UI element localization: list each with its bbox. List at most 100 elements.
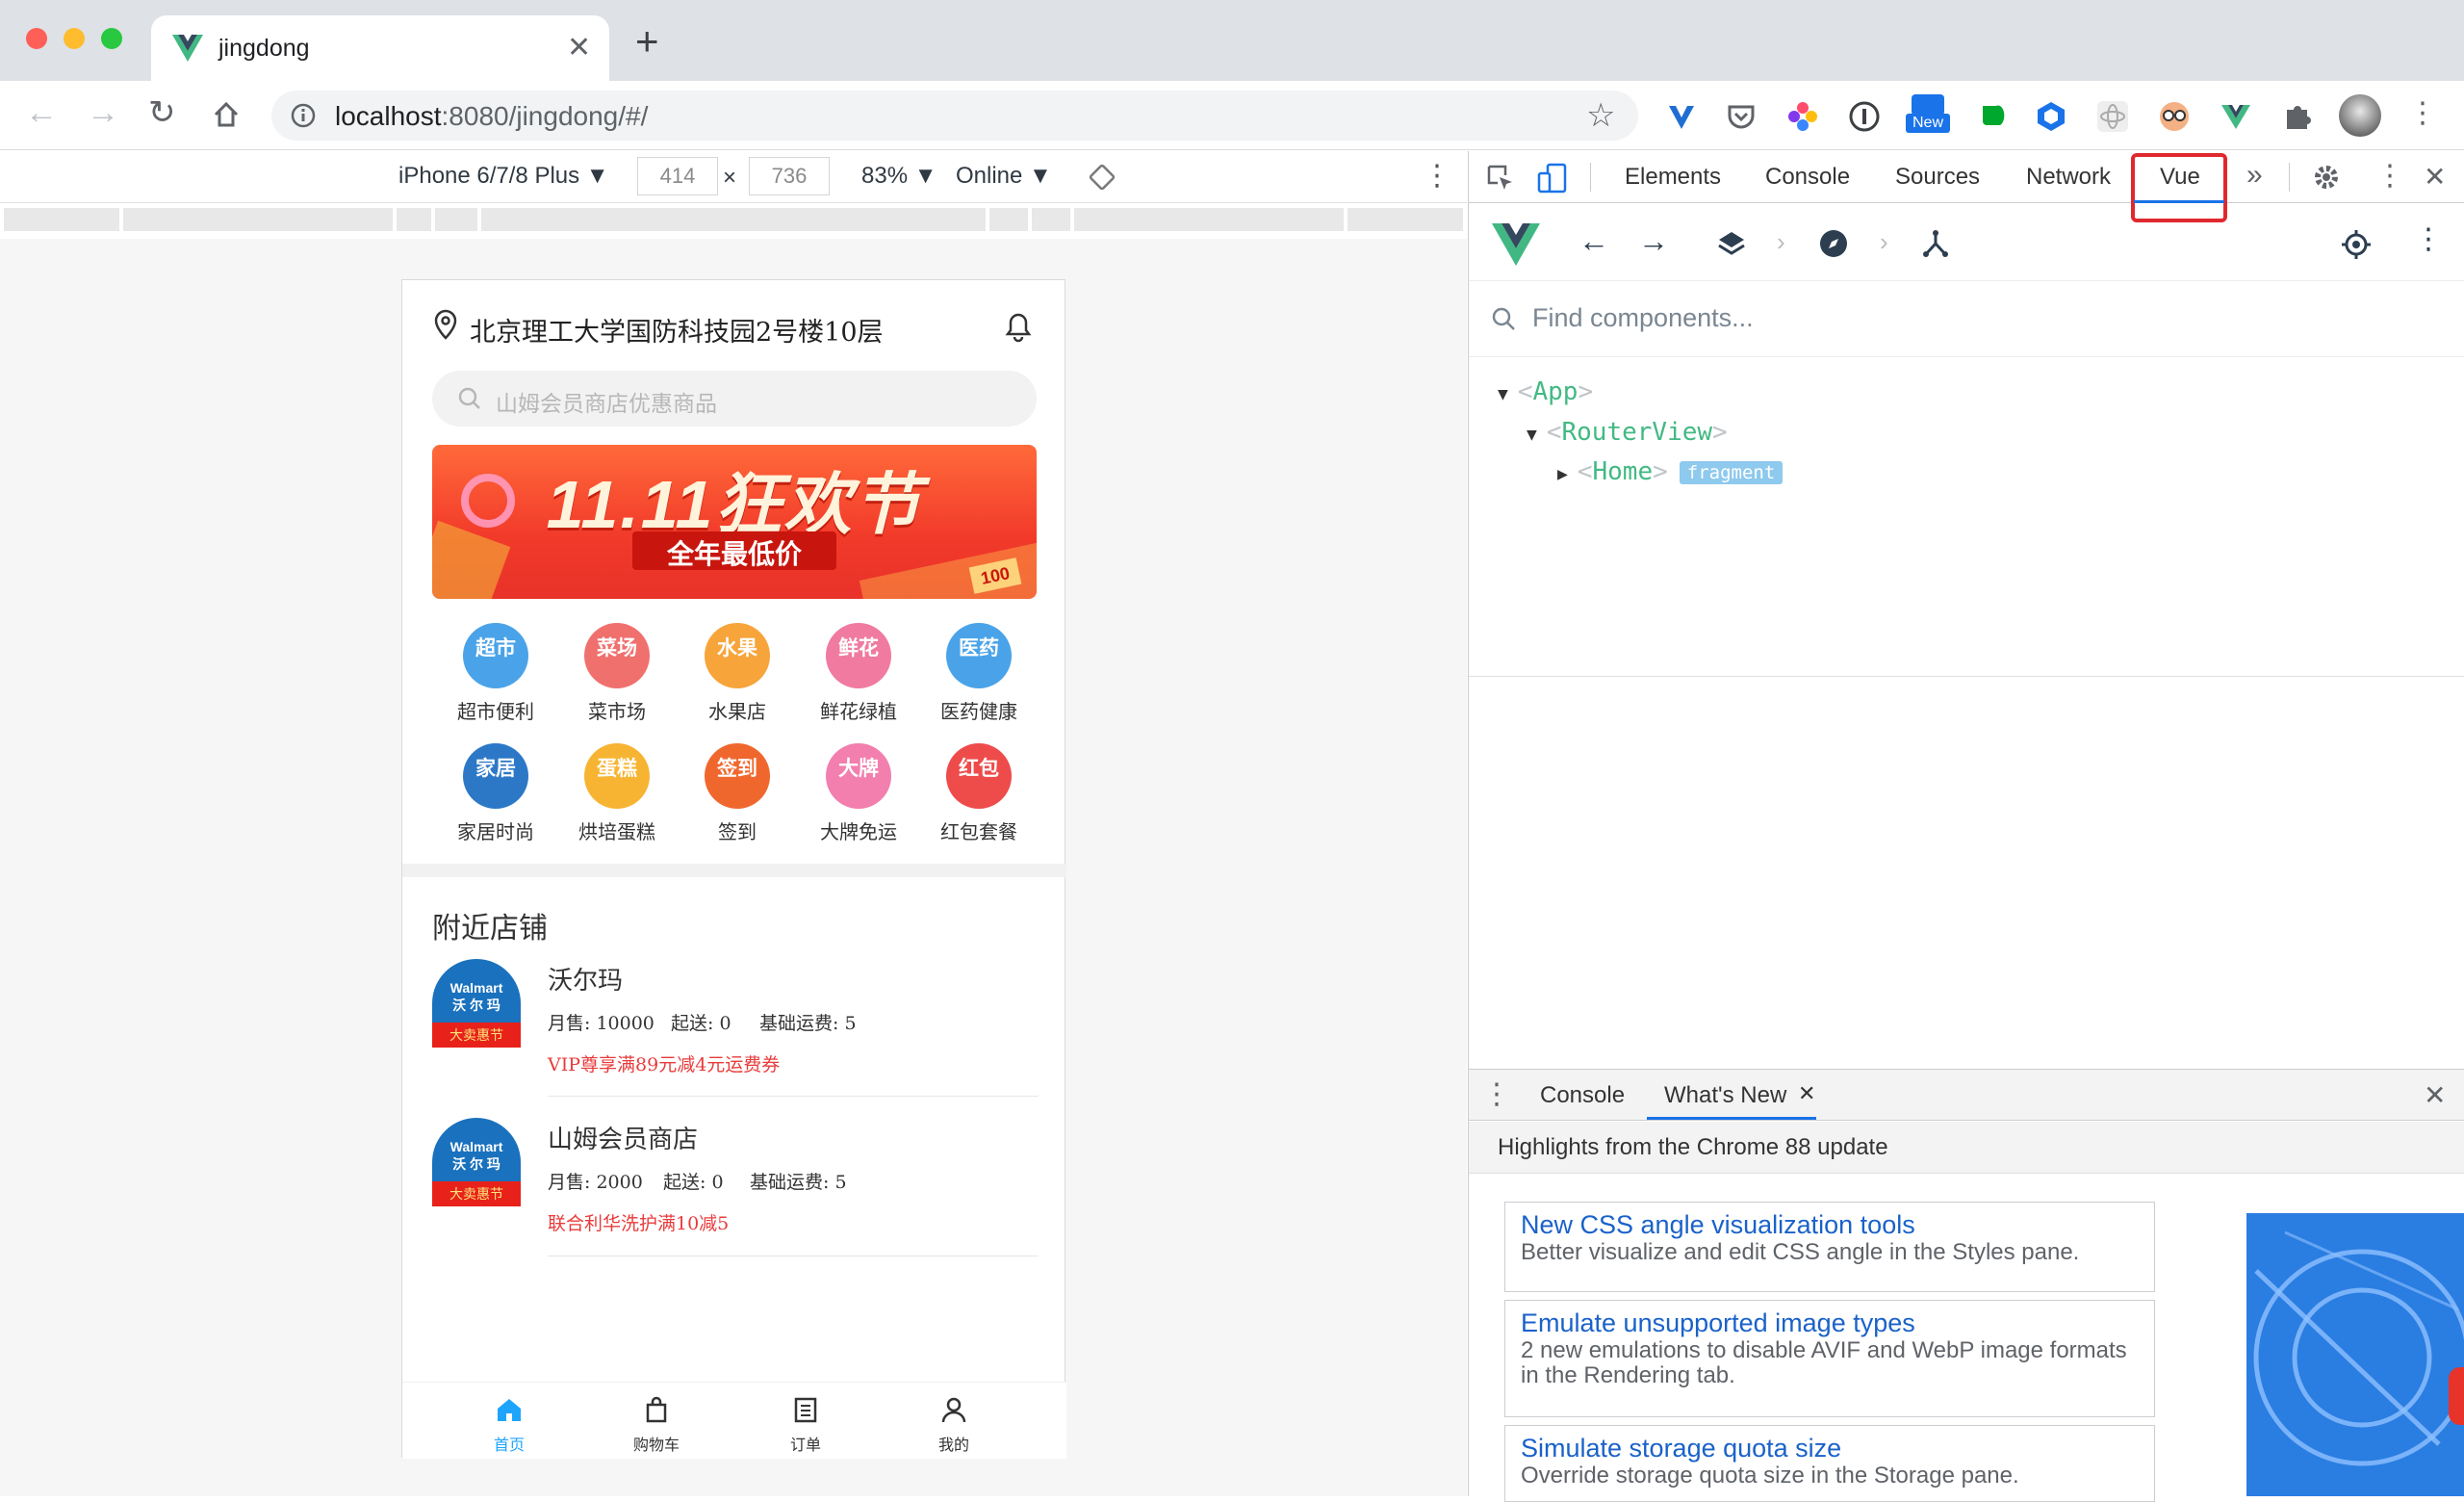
nav-forward-icon[interactable]: → bbox=[1638, 225, 1669, 256]
pane-splitter[interactable] bbox=[1469, 676, 2464, 677]
forward-icon[interactable]: → bbox=[87, 96, 119, 129]
dock-profile[interactable]: 我的 bbox=[901, 1394, 1007, 1455]
category-vegetable-market[interactable]: 菜场 菜市场 bbox=[559, 623, 675, 724]
pinwheel-extension-icon[interactable] bbox=[1786, 100, 1819, 133]
cube-extension-icon[interactable] bbox=[2035, 100, 2067, 133]
devtools-menu-icon[interactable]: ⋮ bbox=[2375, 159, 2404, 193]
more-tabs-icon[interactable]: » bbox=[2246, 159, 2263, 192]
height-input[interactable]: 736 bbox=[749, 157, 830, 195]
breadcrumb-chevron-icon: › bbox=[1880, 227, 1888, 256]
whats-new-header: Highlights from the Chrome 88 update bbox=[1469, 1122, 2464, 1174]
back-icon[interactable]: ← bbox=[25, 96, 58, 129]
profile-avatar[interactable] bbox=[2339, 94, 2381, 137]
media-query-bar[interactable] bbox=[0, 204, 1467, 239]
tab-sources[interactable]: Sources bbox=[1895, 164, 1980, 191]
new-extension-icon[interactable]: New bbox=[1906, 94, 1950, 135]
dock-home[interactable]: 首页 bbox=[456, 1394, 562, 1455]
search-bar[interactable]: 山姆会员商店优惠商品 bbox=[432, 371, 1037, 427]
whats-new-card[interactable]: Simulate storage quota size Override sto… bbox=[1504, 1425, 2155, 1502]
close-window-button[interactable] bbox=[26, 28, 47, 49]
pocket-icon[interactable] bbox=[1725, 100, 1758, 133]
dock-cart[interactable]: 购物车 bbox=[603, 1394, 709, 1455]
whats-new-card[interactable]: New CSS angle visualization tools Better… bbox=[1504, 1202, 2155, 1292]
zoom-select[interactable]: 83% ▼ bbox=[861, 163, 937, 190]
drawer-tab-whats-new[interactable]: What's New bbox=[1664, 1082, 1786, 1109]
expanded-arrow-icon[interactable]: ▼ bbox=[1498, 384, 1508, 404]
whats-new-card[interactable]: Emulate unsupported image types 2 new em… bbox=[1504, 1300, 2155, 1417]
device-toolbar-more-icon[interactable]: ⋮ bbox=[1423, 159, 1451, 193]
tree-node-routerview[interactable]: ▼ <RouterView> bbox=[1527, 418, 1728, 447]
card-description: Override storage quota size in the Stora… bbox=[1521, 1463, 2019, 1489]
promo-banner[interactable]: 11.11狂欢节 全年最低价 100 bbox=[432, 445, 1037, 599]
maximize-window-button[interactable] bbox=[101, 28, 122, 49]
minimize-window-button[interactable] bbox=[64, 28, 85, 49]
glasses-extension-icon[interactable] bbox=[2158, 100, 2191, 133]
shop-item[interactable]: Walmart 沃 尔 玛 大卖惠节 沃尔玛 月售: 10000 起送: 0 基础… bbox=[432, 959, 1039, 1099]
browser-tab[interactable]: jingdong ✕ bbox=[151, 15, 609, 81]
close-devtools-icon[interactable]: ✕ bbox=[2424, 161, 2446, 193]
select-component-target-icon[interactable] bbox=[2341, 229, 2372, 260]
find-components-input[interactable]: Find components... bbox=[1532, 303, 1754, 333]
home-icon[interactable] bbox=[212, 100, 241, 129]
evernote-icon[interactable] bbox=[1975, 100, 2008, 133]
browser-menu-icon[interactable]: ⋮ bbox=[2408, 96, 2437, 130]
device-select[interactable]: iPhone 6/7/8 Plus ▼ bbox=[398, 163, 609, 190]
shop-item[interactable]: Walmart 沃 尔 玛 大卖惠节 山姆会员商店 月售: 2000 起送: 0 … bbox=[432, 1118, 1039, 1257]
notification-bell-icon[interactable] bbox=[1002, 309, 1035, 344]
extensions-puzzle-icon[interactable] bbox=[2281, 100, 2314, 133]
dock-orders[interactable]: 订单 bbox=[753, 1394, 859, 1455]
search-icon bbox=[458, 387, 480, 409]
react-devtools-icon[interactable] bbox=[2096, 100, 2129, 133]
card-title[interactable]: New CSS angle visualization tools bbox=[1521, 1210, 2139, 1240]
bookmark-star-icon[interactable]: ☆ bbox=[1586, 96, 1615, 135]
category-supermarket[interactable]: 超市 超市便利 bbox=[438, 623, 553, 724]
component-tree-icon[interactable] bbox=[1921, 229, 1950, 258]
category-medicine[interactable]: 医药 医药健康 bbox=[921, 623, 1037, 724]
card-title[interactable]: Simulate storage quota size bbox=[1521, 1434, 2139, 1463]
red-packet-icon: 红包 bbox=[946, 743, 1012, 809]
tab-network[interactable]: Network bbox=[2026, 164, 2111, 191]
drawer-tab-console[interactable]: Console bbox=[1540, 1082, 1625, 1109]
y-extension-icon[interactable] bbox=[1665, 100, 1698, 133]
address-bar[interactable]: localhost:8080/jingdong/#/ ☆ bbox=[271, 91, 1638, 141]
network-select[interactable]: Online ▼ bbox=[956, 163, 1052, 190]
vue-menu-icon[interactable]: ⋮ bbox=[2414, 225, 2443, 254]
layers-icon[interactable] bbox=[1717, 229, 1746, 258]
breadcrumb-chevron-icon: › bbox=[1777, 227, 1785, 256]
category-bakery[interactable]: 蛋糕 烘培蛋糕 bbox=[559, 743, 675, 844]
password-extension-icon[interactable] bbox=[1848, 100, 1881, 133]
tree-node-app[interactable]: ▼ <App> bbox=[1498, 377, 1593, 406]
width-input[interactable]: 414 bbox=[637, 157, 718, 195]
collapsed-arrow-icon[interactable]: ▶ bbox=[1557, 464, 1568, 484]
tab-console[interactable]: Console bbox=[1765, 164, 1850, 191]
vue-devtools-extension-icon[interactable] bbox=[2220, 100, 2252, 133]
device-mode-icon[interactable] bbox=[1536, 162, 1569, 194]
category-fruit-store[interactable]: 水果 水果店 bbox=[680, 623, 795, 724]
tree-node-home[interactable]: ▶ <Home> fragment bbox=[1557, 457, 1784, 486]
card-title[interactable]: Emulate unsupported image types bbox=[1521, 1308, 2139, 1338]
tab-close-icon[interactable]: ✕ bbox=[567, 31, 591, 65]
category-red-packet[interactable]: 红包 红包套餐 bbox=[921, 743, 1037, 844]
vue-favicon-icon bbox=[172, 35, 203, 62]
info-icon[interactable] bbox=[291, 103, 316, 128]
expanded-arrow-icon[interactable]: ▼ bbox=[1527, 425, 1537, 445]
close-drawer-icon[interactable]: ✕ bbox=[2424, 1079, 2446, 1111]
rotate-icon[interactable] bbox=[1088, 163, 1116, 192]
shop-promo: 联合利华洗护满10减5 bbox=[548, 1213, 730, 1234]
tab-vue[interactable]: Vue bbox=[2160, 164, 2200, 191]
category-home[interactable]: 家居 家居时尚 bbox=[438, 743, 553, 844]
inspect-element-icon[interactable] bbox=[1486, 164, 1515, 193]
category-brand-free-shipping[interactable]: 大牌 大牌免运 bbox=[801, 743, 916, 844]
find-components-bar[interactable]: Find components... bbox=[1469, 282, 2464, 357]
tab-elements[interactable]: Elements bbox=[1625, 164, 1721, 191]
settings-gear-icon[interactable] bbox=[2312, 163, 2341, 192]
new-tab-icon[interactable]: + bbox=[635, 21, 659, 62]
category-checkin[interactable]: 签到 签到 bbox=[680, 743, 795, 844]
reload-icon[interactable]: ↻ bbox=[148, 96, 176, 129]
compass-icon[interactable] bbox=[1819, 229, 1848, 258]
delivery-address[interactable]: 北京理工大学国防科技园2号楼10层 bbox=[470, 311, 884, 349]
nav-back-icon[interactable]: ← bbox=[1578, 225, 1609, 256]
category-flowers[interactable]: 鲜花 鲜花绿植 bbox=[801, 623, 916, 724]
drawer-menu-icon[interactable]: ⋮ bbox=[1482, 1077, 1511, 1111]
close-whats-new-icon[interactable]: ✕ bbox=[1798, 1081, 1815, 1106]
